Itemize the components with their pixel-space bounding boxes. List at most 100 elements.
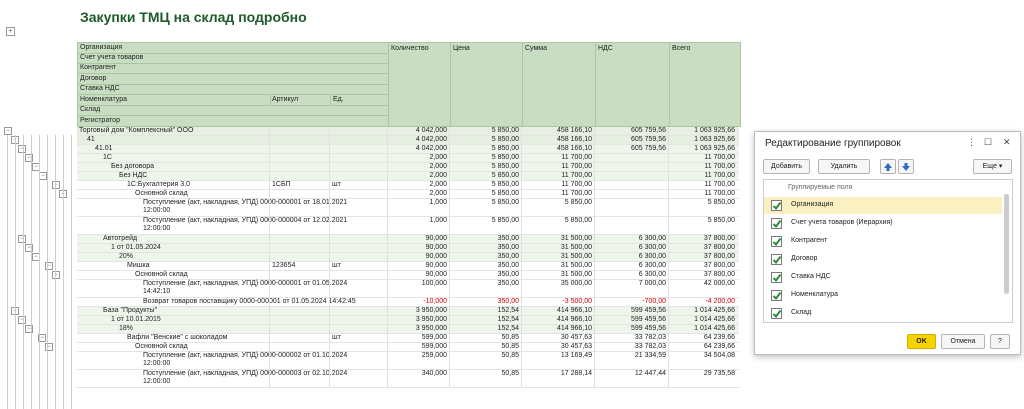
table-row[interactable]: Основной склад 90,000 350,00 31 500,00 6 300… xyxy=(77,271,739,280)
row-sum: 414 966,10 xyxy=(556,307,592,314)
column-divider xyxy=(521,145,522,153)
col-sum[interactable]: Сумма xyxy=(525,45,547,52)
dialog-title: Редактирование группировок xyxy=(765,138,901,149)
column-divider xyxy=(521,217,522,234)
table-row[interactable]: Без НДС 2,000 5 850,00 11 700,00 11 700,00 xyxy=(77,172,739,181)
maximize-icon[interactable]: ☐ xyxy=(984,137,992,148)
grouping-fields-list[interactable]: Группируемые поля Организация Счет учета … xyxy=(763,179,1013,323)
table-row[interactable]: Вафли "Венские" с шоколадом шт 599,000 50,8… xyxy=(77,334,739,343)
table-row[interactable]: Основной склад 2,000 5 850,00 11 700,00 11 7… xyxy=(77,190,739,199)
grouping-field-item[interactable]: Контрагент xyxy=(764,233,1002,250)
column-divider xyxy=(449,181,450,189)
column-divider xyxy=(387,217,388,234)
grouping-field-item[interactable]: Склад xyxy=(764,305,1002,322)
grouping-field-item[interactable]: Договор xyxy=(764,251,1002,268)
collapse-toggle-icon[interactable]: − xyxy=(39,172,47,180)
checkbox[interactable] xyxy=(771,272,782,283)
collapse-toggle-icon[interactable]: − xyxy=(4,127,12,135)
table-row[interactable]: 41.01 4 042,000 5 850,00 458 166,10 605 759,… xyxy=(77,145,739,154)
grouping-field-item[interactable]: Номенклатура xyxy=(764,287,1002,304)
column-divider xyxy=(449,334,450,342)
table-row[interactable]: Поступление (акт, накладная, УПД) 0000-0… xyxy=(77,199,739,217)
delete-button[interactable]: Удалить xyxy=(818,159,870,174)
checkbox[interactable] xyxy=(771,254,782,265)
grouping-field-item[interactable]: Организация xyxy=(764,197,1002,214)
expand-all-button[interactable]: + xyxy=(6,27,15,36)
row-qty: 90,000 xyxy=(425,253,447,260)
column-divider xyxy=(387,334,388,342)
row-qty: 4 042,000 xyxy=(415,145,447,152)
table-row[interactable]: Автотрейд 90,000 350,00 31 500,00 6 300,00 37… xyxy=(77,235,739,244)
col-price[interactable]: Цена xyxy=(453,45,470,52)
report-header: Организация Счет учета товаров Контраген… xyxy=(77,42,741,127)
table-row[interactable]: Основной склад 599,000 50,85 30 457,63 33 78… xyxy=(77,343,739,352)
column-divider xyxy=(329,352,330,369)
column-divider xyxy=(387,307,388,315)
table-row[interactable]: Поступление (акт, накладная, УПД) 0000-0… xyxy=(77,280,739,298)
table-row[interactable]: 41 4 042,000 5 850,00 458 166,10 605 759,56 1… xyxy=(77,136,739,145)
collapse-toggle-icon[interactable]: − xyxy=(52,181,60,189)
checkbox[interactable] xyxy=(771,308,782,319)
column-divider xyxy=(521,172,522,180)
checkbox[interactable] xyxy=(771,236,782,247)
collapse-toggle-icon[interactable]: − xyxy=(18,145,26,153)
table-row[interactable]: 1С:Бухгалтерия 3.0 1СБП шт 2,000 5 850,00 11 … xyxy=(77,181,739,190)
table-row[interactable]: Без договора 2,000 5 850,00 11 700,00 11 700… xyxy=(77,163,739,172)
row-label: Поступление (акт, накладная, УПД) 0000-0… xyxy=(143,217,348,224)
column-divider xyxy=(269,334,270,342)
table-row[interactable]: Поступление (акт, накладная, УПД) 0000-0… xyxy=(77,370,739,388)
table-row[interactable]: Мишка 123654 шт 90,000 350,00 31 500,00 6 300,… xyxy=(77,262,739,271)
column-divider xyxy=(521,199,522,216)
table-row[interactable]: 18% 3 950,000 152,54 414 966,10 599 459,56 1 … xyxy=(77,325,739,334)
add-button[interactable]: Добавить xyxy=(763,159,810,174)
table-row[interactable]: База "Продукты" 3 950,000 152,54 414 966,10… xyxy=(77,307,739,316)
more-button[interactable]: Еще ▾ xyxy=(973,159,1012,174)
table-row[interactable]: Торговый дом "Комплексный" ООО 4 042,000 5… xyxy=(77,127,739,136)
row-sum: 11 700,00 xyxy=(561,163,592,170)
table-row[interactable]: 20% 90,000 350,00 31 500,00 6 300,00 37 800,0… xyxy=(77,253,739,262)
checkbox[interactable] xyxy=(771,200,782,211)
table-row[interactable]: Возврат товаров поставщику 0000-000001 о… xyxy=(77,298,739,307)
column-divider xyxy=(269,190,270,198)
cancel-button[interactable]: Отмена xyxy=(941,334,985,349)
list-scrollbar[interactable] xyxy=(1004,194,1009,294)
row-total: 64 239,66 xyxy=(703,343,735,350)
grouping-field-item[interactable]: Счет учета товаров (Иерархия) xyxy=(764,215,1002,232)
column-divider xyxy=(269,199,270,216)
row-qty: 100,000 xyxy=(421,280,447,287)
collapse-toggle-icon[interactable]: − xyxy=(18,235,26,243)
table-row[interactable]: 1 от 01.05.2024 90,000 350,00 31 500,00 6 30… xyxy=(77,244,739,253)
grouping-field-item[interactable]: Ставка НДС xyxy=(764,269,1002,286)
col-qty[interactable]: Количество xyxy=(391,45,429,52)
row-label: Без договора xyxy=(111,163,155,170)
more-vertical-icon[interactable]: ⋮ xyxy=(967,137,976,148)
table-row[interactable]: Поступление (акт, накладная, УПД) 0000-0… xyxy=(77,352,739,370)
row-sum: 31 500,00 xyxy=(560,271,592,278)
move-down-button[interactable] xyxy=(898,159,914,174)
column-divider xyxy=(387,343,388,351)
grouping-dialog: Редактирование группировок ⋮ ☐ ✕ Добавит… xyxy=(754,131,1021,355)
row-qty: 3 950,000 xyxy=(415,316,447,323)
row-vat: 7 000,00 xyxy=(638,280,666,287)
help-button[interactable]: ? xyxy=(990,334,1010,349)
row-qty: 2,000 xyxy=(429,190,447,197)
row-unit: шт xyxy=(332,262,341,269)
checkbox[interactable] xyxy=(771,218,782,229)
close-icon[interactable]: ✕ xyxy=(1003,137,1011,148)
collapse-toggle-icon[interactable]: − xyxy=(18,316,26,324)
row-label: Без НДС xyxy=(119,172,148,179)
ok-button[interactable]: OK xyxy=(907,334,936,349)
col-vat[interactable]: НДС xyxy=(598,45,613,52)
table-row[interactable]: 1 от 10.01.2015 3 950,000 152,54 414 966,10… xyxy=(77,316,739,325)
table-row[interactable]: Поступление (акт, накладная, УПД) 0000-0… xyxy=(77,217,739,235)
col-total[interactable]: Всего xyxy=(672,45,690,52)
table-row[interactable]: 1С 2,000 5 850,00 11 700,00 11 700,00 xyxy=(77,154,739,163)
checkbox[interactable] xyxy=(771,290,782,301)
collapse-toggle-icon[interactable]: − xyxy=(52,271,60,279)
arrow-up-icon xyxy=(884,163,892,171)
column-divider xyxy=(521,163,522,171)
column-divider xyxy=(269,370,270,387)
move-up-button[interactable] xyxy=(880,159,896,174)
row-price: 5 850,00 xyxy=(491,163,519,170)
row-total: 1 014 425,66 xyxy=(694,316,735,323)
